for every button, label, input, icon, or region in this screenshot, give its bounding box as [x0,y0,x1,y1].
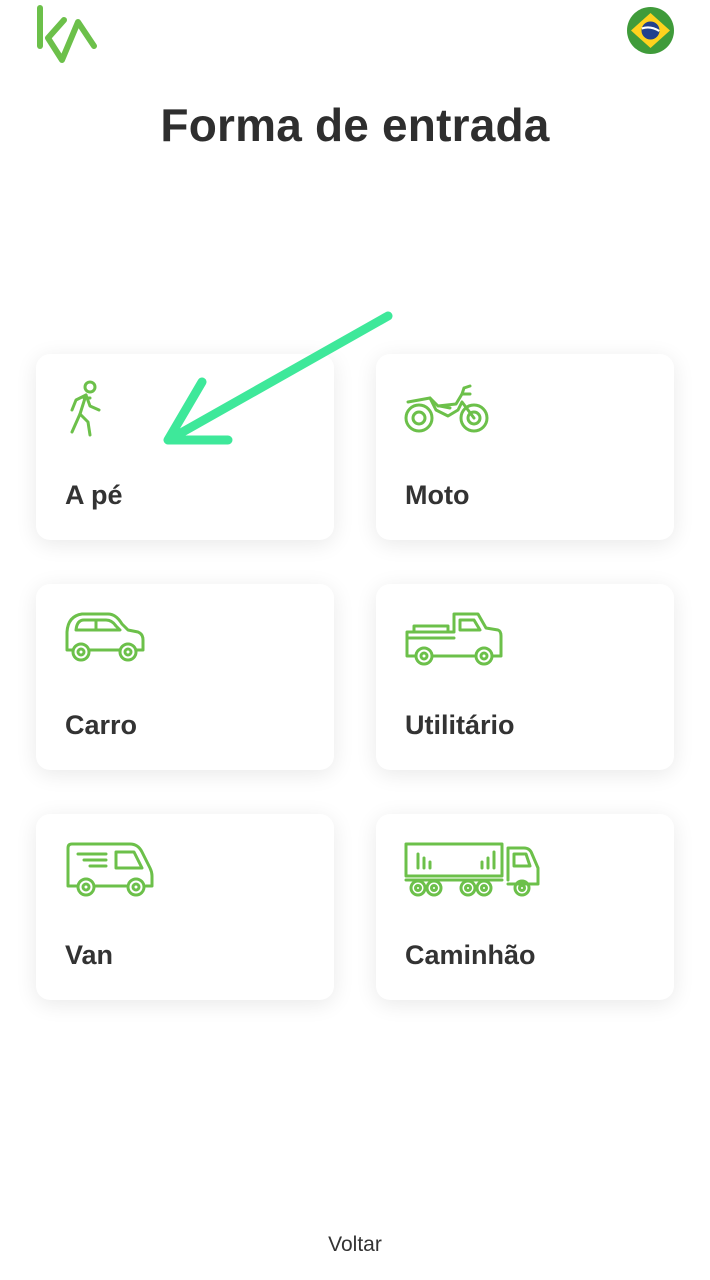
van-icon [66,842,154,897]
option-card-caminhao[interactable]: Caminhão [376,814,674,1000]
car-icon [65,612,145,662]
brazil-flag-icon[interactable] [627,7,674,54]
option-label: A pé [65,480,123,510]
motorcycle-icon [404,384,489,433]
pedestrian-icon [70,380,101,437]
option-label: Van [65,940,114,970]
option-label: Carro [65,710,138,740]
option-card-a-pe[interactable]: A pé [36,354,334,540]
option-label: Caminhão [405,940,536,970]
truck-icon [404,842,540,897]
option-label: Utilitário [405,710,515,740]
option-card-van[interactable]: Van [36,814,334,1000]
back-button[interactable]: Voltar [0,1233,710,1257]
option-label: Moto [405,480,470,510]
option-card-moto[interactable]: Moto [376,354,674,540]
option-card-carro[interactable]: Carro [36,584,334,770]
pickup-truck-icon [405,612,503,666]
page-title: Forma de entrada [160,99,550,151]
option-card-utilitario[interactable]: Utilitário [376,584,674,770]
ka-logo-icon [37,5,97,63]
